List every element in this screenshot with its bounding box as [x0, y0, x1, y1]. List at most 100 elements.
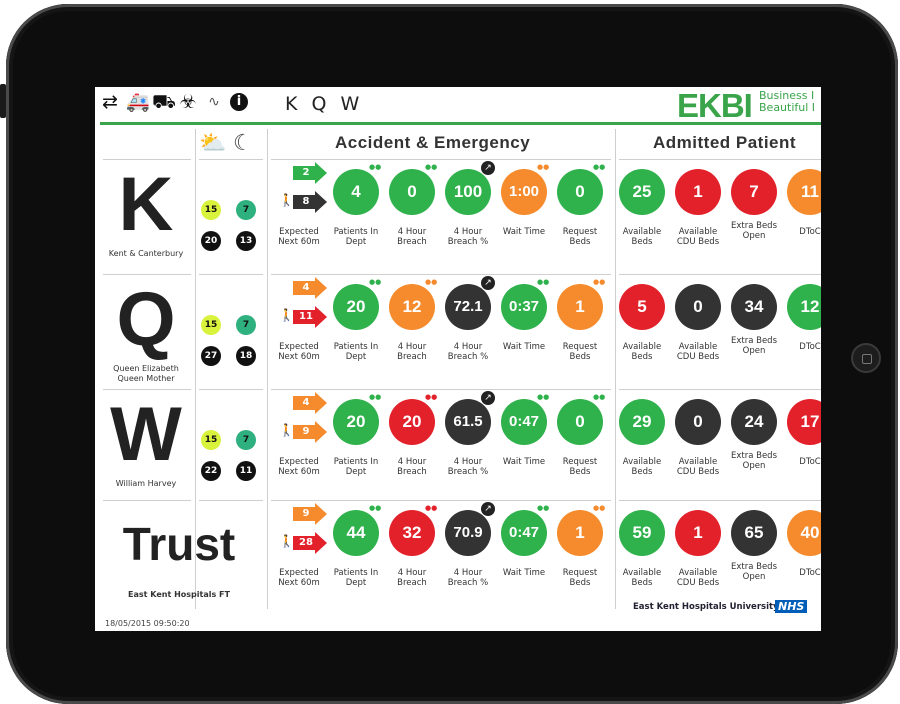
available-beds-circle[interactable]: 29	[619, 399, 665, 445]
available-beds-circle[interactable]: 5	[619, 284, 665, 330]
four-hour-breach-circle[interactable]: 32	[389, 510, 435, 556]
four-hour-breach-circle[interactable]: 0	[389, 169, 435, 215]
request-beds-circle[interactable]: 1	[557, 284, 603, 330]
night-temperature: 7	[236, 315, 256, 335]
available-cdu-beds-label: Available CDU Beds	[676, 342, 720, 362]
four-hour-breach-label: 4 Hour Breach	[397, 342, 427, 362]
biohazard-icon[interactable]: ☣	[178, 92, 198, 112]
request-beds-circle[interactable]: 1	[557, 510, 603, 556]
available-cdu-beds-circle[interactable]: 0	[675, 284, 721, 330]
people-icon: ●●	[369, 163, 382, 171]
patients-in-dept-circle[interactable]: 44	[333, 510, 379, 556]
day-temperature: 15	[201, 200, 221, 220]
tablet-home-button[interactable]	[851, 343, 881, 373]
four-hour-breach-pct-circle[interactable]: 61.5	[445, 399, 491, 445]
available-beds-circle[interactable]: 59	[619, 510, 665, 556]
timestamp: 18/05/2015 09:50:20	[105, 619, 190, 628]
people-icon: ●●	[369, 278, 382, 286]
nhs-logo: NHS	[775, 600, 808, 613]
site-codes[interactable]: K Q W	[285, 93, 363, 115]
arrow-count: 28	[299, 537, 313, 548]
wait-time-circle[interactable]: 0:47	[501, 510, 547, 556]
row-divider	[619, 500, 821, 501]
available-cdu-beds-circle[interactable]: 1	[675, 510, 721, 556]
site-letter-w[interactable]: W	[99, 395, 193, 475]
ambulance-arrivals-arrow: 2	[293, 162, 327, 184]
wait-time-circle[interactable]: 0:47	[501, 399, 547, 445]
expected-next-60m-label: Expected Next 60m	[278, 342, 320, 362]
row-divider	[199, 274, 263, 275]
request-beds-circle[interactable]: 0	[557, 169, 603, 215]
site-name: Queen Elizabeth Queen Mother	[113, 364, 179, 383]
available-beds-label: Available Beds	[622, 457, 662, 477]
patients-in-dept-label: Patients In Dept	[333, 342, 379, 362]
available-cdu-beds-circle[interactable]: 1	[675, 169, 721, 215]
people-icon: ●●	[593, 393, 606, 401]
people-icon: ●●	[425, 163, 438, 171]
extra-beds-open-circle[interactable]: 24	[731, 399, 777, 445]
brand-tagline: Business I Beautiful I	[759, 89, 816, 114]
wait-time-circle[interactable]: 0:37	[501, 284, 547, 330]
arrow-count: 4	[302, 282, 310, 293]
request-beds-circle[interactable]: 0	[557, 399, 603, 445]
available-beds-circle[interactable]: 25	[619, 169, 665, 215]
dtoc-circle[interactable]: 40	[787, 510, 821, 556]
extra-beds-open-circle[interactable]: 65	[731, 510, 777, 556]
extra-beds-open-circle[interactable]: 34	[731, 284, 777, 330]
people-icon: ●●	[593, 163, 606, 171]
four-hour-breach-circle[interactable]: 20	[389, 399, 435, 445]
patients-in-dept-circle[interactable]: 20	[333, 284, 379, 330]
people-icon: ●●	[537, 504, 550, 512]
four-hour-breach-pct-label: 4 Hour Breach %	[447, 227, 489, 247]
walk-in-icon: 🚶	[279, 534, 294, 548]
extra-beds-open-label: Extra Beds Open	[730, 562, 778, 582]
wait-time-label: Wait Time	[502, 227, 546, 237]
extra-beds-open-label: Extra Beds Open	[730, 221, 778, 241]
trend-icon[interactable]: ∿	[204, 92, 224, 112]
info-icon[interactable]: i	[230, 93, 248, 111]
row-divider	[199, 389, 263, 390]
divider	[103, 159, 191, 160]
four-hour-breach-circle[interactable]: 12	[389, 284, 435, 330]
wait-time-circle[interactable]: 1:00	[501, 169, 547, 215]
dtoc-circle[interactable]: 17	[787, 399, 821, 445]
extra-beds-open-label: Extra Beds Open	[730, 451, 778, 471]
dtoc-label: DToC	[799, 227, 821, 237]
row-divider	[619, 274, 821, 275]
people-icon: ●●	[593, 278, 606, 286]
available-cdu-beds-label: Available CDU Beds	[676, 568, 720, 588]
site-name: William Harvey	[115, 479, 177, 488]
patients-in-dept-circle[interactable]: 20	[333, 399, 379, 445]
site-letter-trust[interactable]: Trust	[99, 518, 259, 570]
stretcher-icon[interactable]: ⛟	[152, 92, 176, 112]
ambulance-arrivals-arrow: 4	[293, 392, 327, 414]
wait-time-label: Wait Time	[502, 342, 546, 352]
dtoc-circle[interactable]: 12	[787, 284, 821, 330]
available-cdu-beds-circle[interactable]: 0	[675, 399, 721, 445]
people-icon: ●●	[369, 393, 382, 401]
expected-next-60m-label: Expected Next 60m	[278, 457, 320, 477]
trend-arrow-icon: ↗	[481, 391, 495, 405]
extra-beds-open-circle[interactable]: 7	[731, 169, 777, 215]
four-hour-breach-pct-circle[interactable]: 72.1	[445, 284, 491, 330]
day-temperature: 15	[201, 315, 221, 335]
dtoc-circle[interactable]: 11	[787, 169, 821, 215]
patients-in-dept-circle[interactable]: 4	[333, 169, 379, 215]
divider	[615, 129, 616, 609]
site-letter-k[interactable]: K	[99, 165, 193, 245]
transfer-arrows-icon[interactable]: ⇄	[100, 92, 120, 112]
four-hour-breach-pct-circle[interactable]: 70.9	[445, 510, 491, 556]
patients-in-dept-label: Patients In Dept	[333, 457, 379, 477]
ambulance-arrivals-arrow: 4	[293, 277, 327, 299]
arrow-count: 2	[302, 167, 310, 178]
four-hour-breach-pct-circle[interactable]: 100	[445, 169, 491, 215]
site-letter-q[interactable]: Q	[99, 280, 193, 360]
walk-in-icon: 🚶	[279, 193, 294, 207]
extra-beds-open-label: Extra Beds Open	[730, 336, 778, 356]
people-icon: ●●	[537, 163, 550, 171]
patients-in-dept-label: Patients In Dept	[333, 227, 379, 247]
top-toolbar: ⇄ 🚑 ⛟ ☣ ∿ i K Q W EKBI Business I Beautif…	[95, 87, 821, 124]
walk-in-arrivals-arrow: 28	[293, 532, 327, 554]
day-temperature: 15	[201, 430, 221, 450]
ambulance-icon[interactable]: 🚑	[126, 92, 150, 112]
